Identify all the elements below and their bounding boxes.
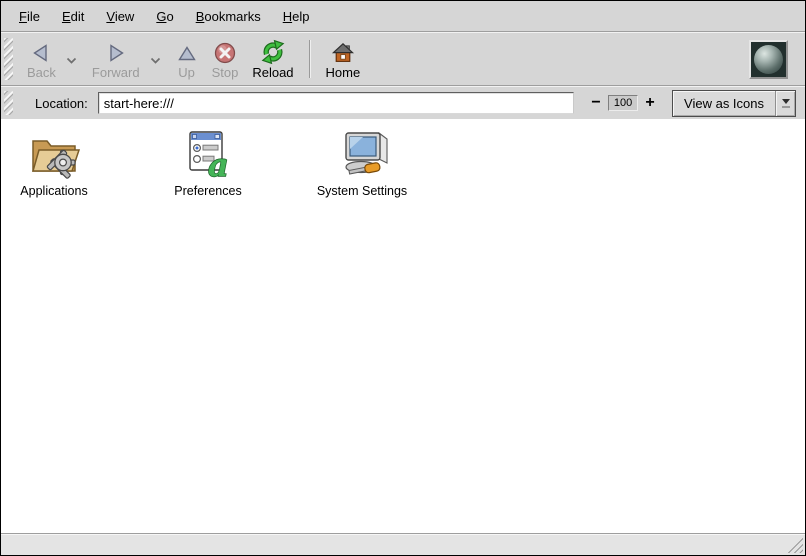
stop-icon xyxy=(213,37,237,65)
system-settings-monitor-icon xyxy=(329,129,395,182)
menu-view[interactable]: View xyxy=(95,5,145,28)
desktop-item-applications[interactable]: Applications xyxy=(1,129,107,198)
zoom-in-button[interactable]: + xyxy=(642,96,658,110)
forward-history-dropdown-button[interactable] xyxy=(147,35,165,83)
menu-go-mnemonic: G xyxy=(156,9,166,24)
menu-file-mnemonic: F xyxy=(19,9,27,24)
menu-edit-mnemonic: E xyxy=(62,9,71,24)
up-arrow-icon xyxy=(176,37,198,65)
nautilus-window: { "colors": { "chrome_bg": "#d6d6d6", "c… xyxy=(0,0,806,556)
status-bar xyxy=(1,533,805,555)
reload-icon xyxy=(260,37,286,65)
back-button[interactable]: Back xyxy=(20,35,63,83)
reload-button-label: Reload xyxy=(252,65,293,81)
up-button-label: Up xyxy=(178,65,195,81)
toolbar-grip-handle[interactable] xyxy=(4,38,13,80)
menu-bar: File Edit View Go Bookmarks Help xyxy=(1,1,805,31)
zoom-out-button[interactable]: − xyxy=(588,96,604,110)
menu-help-mnemonic: H xyxy=(283,9,292,24)
forward-button-label: Forward xyxy=(92,65,140,81)
preferences-capplet-icon: a xyxy=(175,129,241,182)
desktop-item-preferences[interactable]: a Preferences xyxy=(155,129,261,198)
menu-go[interactable]: Go xyxy=(145,5,184,28)
zoom-level-indicator[interactable]: 100 xyxy=(608,95,638,111)
resize-grip[interactable] xyxy=(787,537,803,553)
throbber-sphere-icon xyxy=(754,45,783,74)
home-icon xyxy=(331,37,355,65)
menu-bookmarks[interactable]: Bookmarks xyxy=(185,5,272,28)
view-mode-dropdown[interactable]: View as Icons xyxy=(672,90,796,117)
reload-button[interactable]: Reload xyxy=(245,35,300,83)
menu-help-label: elp xyxy=(292,9,309,24)
home-button[interactable]: Home xyxy=(319,35,368,83)
toolbar-separator xyxy=(309,40,311,78)
desktop-item-label: System Settings xyxy=(317,184,407,198)
forward-button[interactable]: Forward xyxy=(85,35,147,83)
menu-file-label: ile xyxy=(27,9,40,24)
toolbar: Back Forward Up Stop xyxy=(1,33,805,85)
desktop-item-label: Applications xyxy=(20,184,87,198)
up-button[interactable]: Up xyxy=(169,35,205,83)
menu-help[interactable]: Help xyxy=(272,5,321,28)
throbber xyxy=(749,40,788,79)
svg-text:a: a xyxy=(208,146,229,179)
view-mode-label: View as Icons xyxy=(673,91,775,116)
back-history-dropdown-button[interactable] xyxy=(63,35,81,83)
menu-view-mnemonic: V xyxy=(106,9,114,24)
menu-edit[interactable]: Edit xyxy=(51,5,95,28)
location-bar: Location: − 100 + View as Icons xyxy=(1,87,805,119)
stop-button-label: Stop xyxy=(212,65,239,81)
back-arrow-icon xyxy=(29,37,53,65)
menu-bookmarks-label: ookmarks xyxy=(204,9,260,24)
location-input[interactable] xyxy=(98,92,574,114)
location-label: Location: xyxy=(35,96,88,111)
menu-go-label: o xyxy=(166,9,173,24)
stop-button[interactable]: Stop xyxy=(205,35,246,83)
icon-view-content: Applications a Preferences xyxy=(1,119,805,533)
back-button-label: Back xyxy=(27,65,56,81)
desktop-item-system-settings[interactable]: System Settings xyxy=(309,129,415,198)
applications-folder-gear-icon xyxy=(21,129,87,182)
chevron-down-icon xyxy=(150,52,161,67)
dropdown-arrow-icon xyxy=(775,91,795,116)
menu-view-label: iew xyxy=(115,9,135,24)
menu-file[interactable]: File xyxy=(8,5,51,28)
menu-edit-label: dit xyxy=(71,9,85,24)
forward-arrow-icon xyxy=(104,37,128,65)
desktop-item-label: Preferences xyxy=(174,184,241,198)
chevron-down-icon xyxy=(66,52,77,67)
home-button-label: Home xyxy=(326,65,361,81)
location-bar-grip-handle[interactable] xyxy=(4,91,13,115)
